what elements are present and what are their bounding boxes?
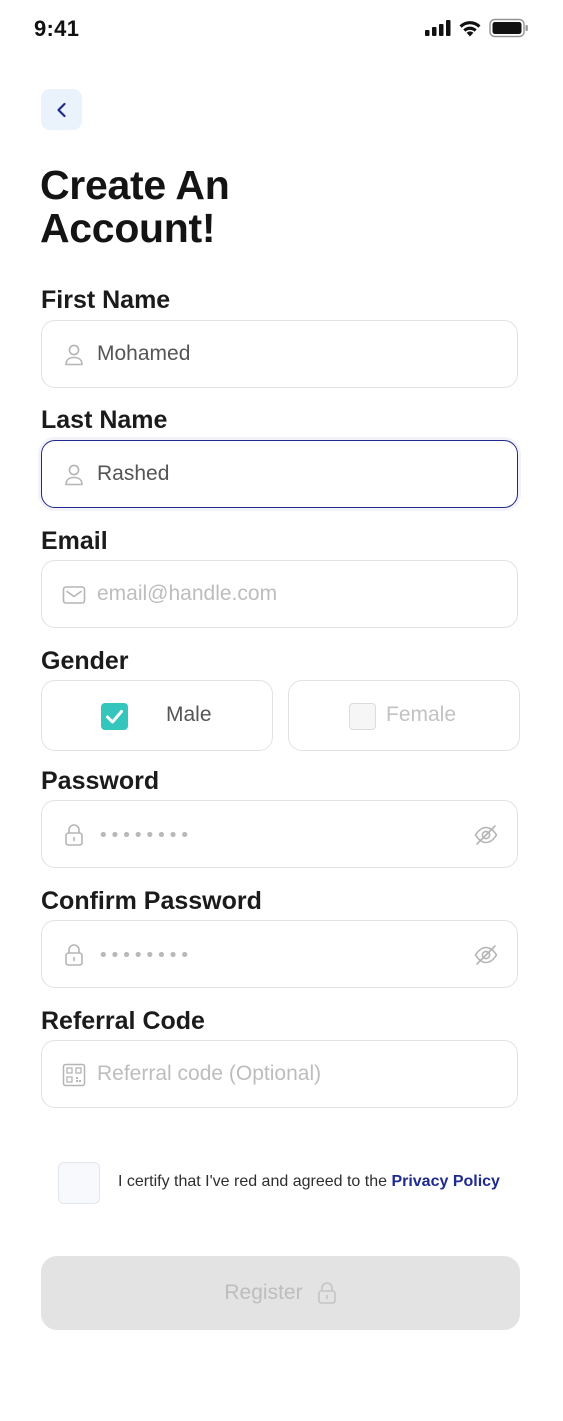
referral-code-input[interactable] [97,1041,457,1107]
gender-option-female[interactable]: Female [288,680,520,751]
privacy-consent-checkbox[interactable] [58,1162,100,1204]
register-button-label: Register [224,1281,303,1304]
checkbox-unchecked-icon[interactable] [349,703,376,730]
lock-icon [317,1282,336,1304]
eye-off-icon[interactable] [473,942,499,968]
confirm-password-field[interactable]: •••••••• [41,920,518,988]
email-input[interactable] [97,561,457,627]
privacy-policy-link[interactable]: Privacy Policy [391,1173,500,1190]
back-button[interactable] [41,89,82,130]
lock-icon [62,943,86,967]
email-label: Email [41,527,108,555]
lock-icon [62,823,86,847]
password-masked-value[interactable]: •••••••• [98,825,191,846]
page-title: Create An Account! [40,162,230,251]
confirm-password-masked-value[interactable]: •••••••• [98,945,191,966]
gender-option-label: Male [166,703,212,726]
referral-code-field[interactable] [41,1040,518,1108]
mail-icon [62,583,86,607]
gender-option-male[interactable]: Male [41,680,273,751]
status-icons [425,18,529,38]
last-name-field[interactable] [41,440,518,508]
gender-label: Gender [41,647,129,675]
first-name-label: First Name [41,286,171,314]
user-icon [62,463,86,487]
checkbox-checked-icon[interactable] [101,703,128,730]
first-name-input[interactable] [97,321,457,387]
referral-code-label: Referral Code [41,1007,205,1035]
last-name-label: Last Name [41,406,168,434]
last-name-input[interactable] [97,441,457,507]
wifi-icon [459,20,481,36]
cellular-signal-icon [425,20,451,36]
user-icon [62,343,86,367]
status-time: 9:41 [34,16,80,41]
email-field[interactable] [41,560,518,628]
chevron-left-icon [56,102,66,117]
password-field[interactable]: •••••••• [41,800,518,868]
confirm-password-label: Confirm Password [41,887,262,915]
qr-code-icon [62,1063,86,1087]
privacy-consent-text: I certify that I've red and agreed to th… [118,1173,500,1191]
battery-icon [489,18,528,38]
password-label: Password [41,767,160,795]
privacy-consent-label: I certify that I've red and agreed to th… [118,1173,392,1190]
register-button[interactable]: Register [41,1256,520,1330]
first-name-field[interactable] [41,320,518,388]
gender-option-label: Female [386,703,457,726]
eye-off-icon[interactable] [473,822,499,848]
status-bar: 9:41 [0,0,563,58]
